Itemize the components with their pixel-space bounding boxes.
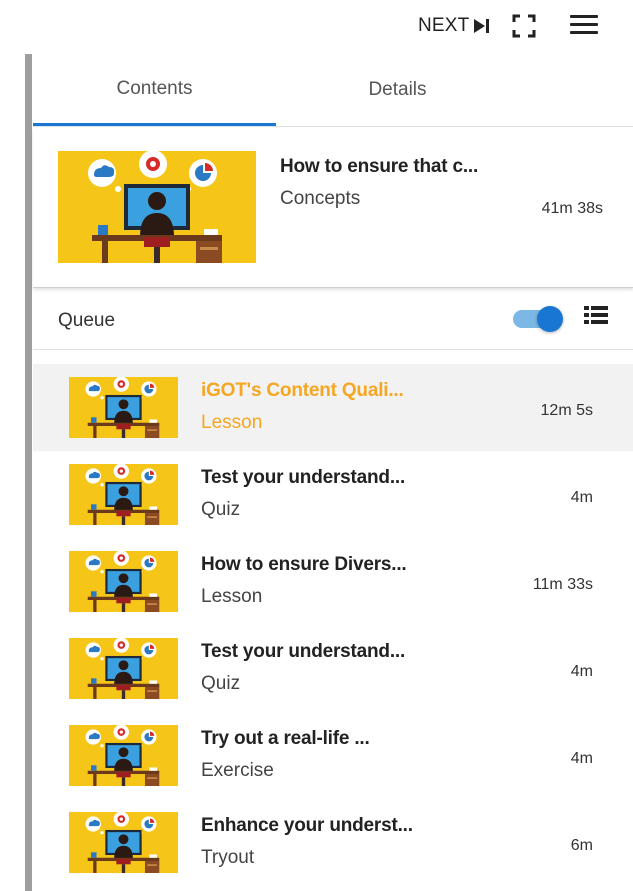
queue-item-title: iGOT's Content Quali... [201, 380, 404, 401]
queue-list: iGOT's Content Quali... Lesson 12m 5s Te… [33, 364, 633, 886]
queue-item[interactable]: Test your understand... Quiz 4m [33, 625, 633, 712]
hamburger-menu-button[interactable] [570, 15, 598, 37]
player-toolbar: NEXT [0, 0, 633, 54]
hamburger-menu-icon [570, 15, 598, 34]
list-view-icon [584, 306, 608, 324]
next-button[interactable]: NEXT [418, 12, 491, 40]
queue-item-thumbnail [69, 377, 178, 438]
tab-details[interactable]: Details [276, 54, 519, 126]
queue-item[interactable]: How to ensure Divers... Lesson 11m 33s [33, 538, 633, 625]
fullscreen-button[interactable] [512, 14, 536, 38]
queue-item-type: Lesson [201, 412, 263, 433]
queue-item-duration: 11m 33s [532, 576, 593, 593]
current-content-type: Concepts [280, 188, 361, 209]
queue-item[interactable]: iGOT's Content Quali... Lesson 12m 5s [33, 364, 633, 451]
current-content-card[interactable]: How to ensure that c... Concepts 41m 38s [33, 128, 633, 288]
queue-label: Queue [58, 310, 116, 331]
skip-next-icon [474, 19, 490, 33]
queue-item-duration: 4m [570, 489, 593, 506]
queue-item-duration: 12m 5s [540, 402, 593, 419]
queue-item[interactable]: Test your understand... Quiz 4m [33, 451, 633, 538]
queue-item-thumbnail [69, 551, 178, 612]
queue-item[interactable]: Enhance your underst... Tryout 6m [33, 799, 633, 886]
autoplay-toggle[interactable] [513, 306, 565, 332]
queue-item-duration: 4m [570, 750, 593, 767]
queue-item-title: Enhance your underst... [201, 815, 413, 836]
queue-item-title: Test your understand... [201, 467, 406, 488]
queue-item-type: Lesson [201, 586, 263, 607]
tab-contents[interactable]: Contents [33, 54, 276, 126]
queue-item-title: Test your understand... [201, 641, 406, 662]
queue-item-type: Quiz [201, 499, 241, 520]
queue-header: Queue [33, 290, 633, 350]
fullscreen-icon [512, 14, 536, 38]
current-content-thumbnail [58, 151, 256, 263]
list-view-button[interactable] [584, 304, 608, 326]
current-content-duration: 41m 38s [541, 200, 603, 217]
queue-item-duration: 4m [570, 663, 593, 680]
queue-item-title: How to ensure Divers... [201, 554, 407, 575]
queue-item-thumbnail [69, 725, 178, 786]
queue-item-duration: 6m [570, 837, 593, 854]
next-label: NEXT [418, 15, 470, 36]
queue-item-title: Try out a real-life ... [201, 728, 370, 749]
queue-item-type: Exercise [201, 760, 274, 781]
queue-item-thumbnail [69, 812, 178, 873]
queue-item-thumbnail [69, 464, 178, 525]
queue-item-type: Tryout [201, 847, 255, 868]
scroll-rail[interactable] [25, 54, 32, 891]
queue-item[interactable]: Try out a real-life ... Exercise 4m [33, 712, 633, 799]
queue-item-thumbnail [69, 638, 178, 699]
queue-item-type: Quiz [201, 673, 241, 694]
content-tabs: Contents Details [33, 54, 633, 127]
current-content-title: How to ensure that c... [280, 156, 479, 177]
toggle-knob [537, 306, 563, 332]
